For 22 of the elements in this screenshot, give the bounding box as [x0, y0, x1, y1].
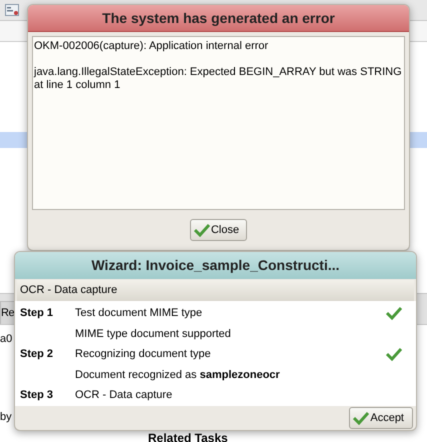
step-label: Step 1	[19, 307, 54, 320]
step-result: MIME type document supported	[74, 328, 231, 340]
step-label: Step 3	[19, 389, 54, 402]
step-text: Test document MIME type	[75, 307, 202, 320]
check-icon	[353, 411, 370, 425]
dialog-title: Wizard: Invoice_sample_Constructi...	[15, 252, 416, 279]
error-detail: java.lang.IllegalStateException: Expected BEGIN_ARRAY but was STRING at line 1 column 1	[34, 66, 403, 92]
error-text-area[interactable]: OKM-002006(capture): Application internal error java.lang.IllegalStateException: Expected BEGIN_ARRAY but was STRING at line 1 column 1	[32, 36, 405, 210]
section-header: OCR - Data capture	[17, 280, 414, 301]
close-button[interactable]: Close	[190, 219, 248, 241]
step-text: OCR - Data capture	[75, 389, 172, 402]
dialog-title: The system has generated an error	[28, 5, 409, 32]
section-title: Related Tasks	[148, 431, 228, 442]
error-message: OKM-002006(capture): Application internal error	[34, 40, 270, 53]
table-cell: a0	[0, 333, 12, 345]
author-text: by	[0, 411, 12, 423]
accept-button[interactable]: Accept	[349, 407, 413, 429]
step-label: Step 2	[19, 348, 54, 360]
form-icon[interactable]	[5, 4, 19, 16]
check-icon	[194, 223, 210, 237]
step-result: Document recognized as samplezoneocr	[74, 368, 280, 381]
step-text: Recognizing document type	[75, 348, 211, 360]
